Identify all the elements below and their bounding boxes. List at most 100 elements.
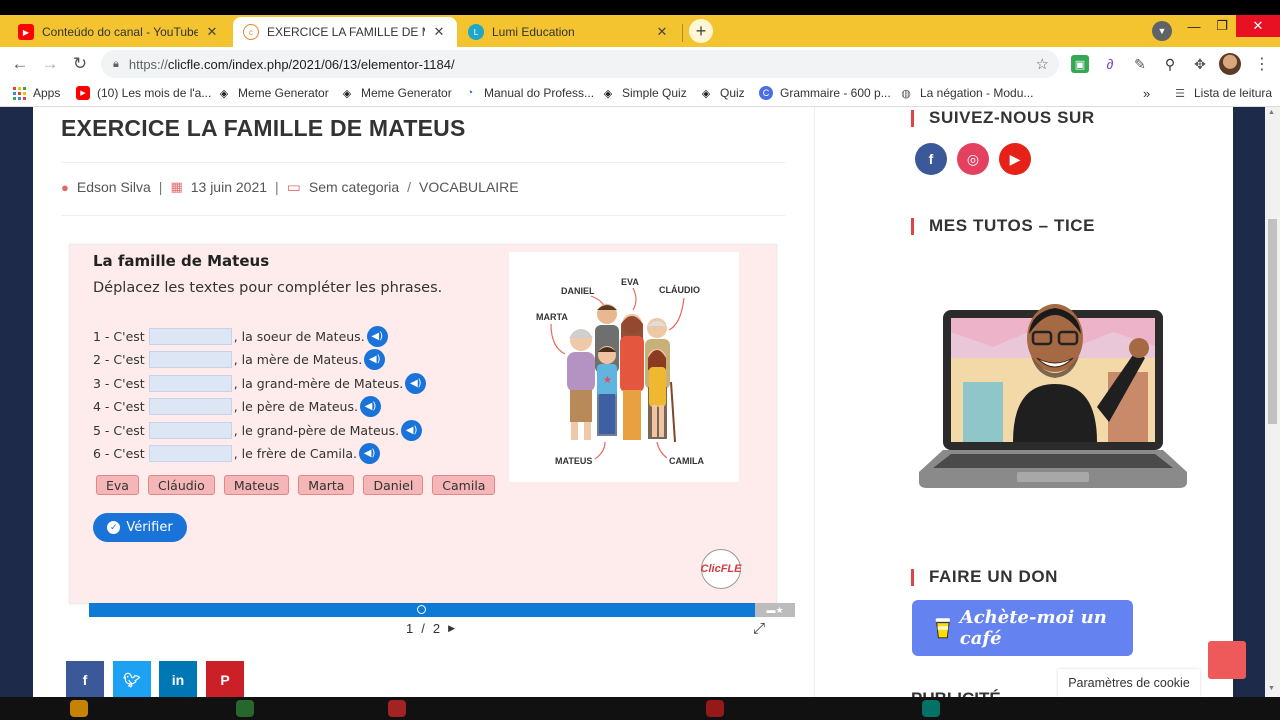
minimize-button[interactable]: — xyxy=(1180,15,1208,37)
speaker-icon[interactable]: ◀) xyxy=(405,372,427,394)
svg-text:★: ★ xyxy=(603,375,612,386)
speaker-icon[interactable]: ◀) xyxy=(359,442,380,464)
close-icon[interactable]: ✕ xyxy=(431,24,447,40)
post-category[interactable]: VOCABULAIRE xyxy=(419,179,519,195)
tab-exercice[interactable]: c EXERCICE LA FAMILLE DE MATEUS ✕ xyxy=(233,17,457,47)
drop-zone[interactable] xyxy=(148,421,232,439)
drag-the-words-exercise: La famille de Mateus Déplacez les textes… xyxy=(69,244,777,604)
speaker-icon[interactable]: ◀) xyxy=(401,419,423,441)
instagram-icon[interactable]: ◎ xyxy=(957,143,989,175)
extension-pen-icon[interactable]: ✎ xyxy=(1131,55,1149,73)
page-scrollbar[interactable]: ▲ ▼ xyxy=(1265,107,1280,697)
profile-avatar[interactable] xyxy=(1219,53,1241,75)
taskbar-app-icon[interactable] xyxy=(922,700,940,717)
draggable-word[interactable]: Mateus xyxy=(223,475,290,495)
draggable-word[interactable]: Marta xyxy=(298,475,355,495)
label-mateus: MATEUS xyxy=(555,456,592,466)
drop-zone[interactable] xyxy=(148,327,232,345)
bookmark-item[interactable]: ▶ (10) Les mois de l'a... xyxy=(76,86,211,100)
bookmark-item[interactable]: ◔ Manual do Profess... xyxy=(463,86,594,100)
extension-link-icon[interactable]: ⚲ xyxy=(1161,55,1179,73)
scroll-up-icon[interactable]: ▲ xyxy=(1268,109,1275,116)
back-arrow-icon[interactable]: ← xyxy=(8,52,32,76)
bitmoji-laptop-illustration[interactable] xyxy=(913,272,1193,517)
draggable-word[interactable]: Daniel xyxy=(363,475,424,495)
buy-me-a-coffee-button[interactable]: Achète-moi un café xyxy=(912,600,1133,656)
slide-progress-bar[interactable] xyxy=(89,603,795,617)
tab-youtube-studio[interactable]: ▶ Conteúdo do canal - YouTube Studio ✕ xyxy=(8,17,230,47)
progress-end-marker: ▬★ xyxy=(755,603,795,617)
address-bar[interactable]: 🔒︎ https:// clicfle.com/index.php/2021/0… xyxy=(101,50,1059,78)
sentence-prefix: 4 - C'est xyxy=(93,398,145,414)
share-linkedin-button[interactable]: in xyxy=(159,661,197,697)
close-icon[interactable]: ✕ xyxy=(654,24,670,40)
maximize-button[interactable]: ❐ xyxy=(1208,15,1236,37)
bookmark-item[interactable]: ◈ Meme Generator xyxy=(217,86,329,100)
share-pinterest-button[interactable]: P xyxy=(206,661,244,697)
os-taskbar xyxy=(0,697,1280,720)
share-twitter-button[interactable]: 🐦︎ xyxy=(113,661,151,697)
bookmark-item[interactable]: ◈ Meme Generator xyxy=(340,86,452,100)
post-author[interactable]: Edson Silva xyxy=(77,179,151,195)
fullscreen-icon[interactable]: ⤢ xyxy=(753,620,765,637)
speaker-icon[interactable]: ◀) xyxy=(359,395,381,417)
next-slide-icon[interactable]: ▶ xyxy=(448,623,455,634)
progress-current-dot[interactable] xyxy=(417,605,426,614)
bookmark-item[interactable]: ◈ Quiz xyxy=(699,86,745,100)
cookie-settings-button[interactable]: Paramètres de cookie xyxy=(1058,669,1200,697)
bookmark-item[interactable]: ◈ Simple Quiz xyxy=(601,86,687,100)
extensions-puzzle-icon[interactable]: ✥ xyxy=(1191,55,1209,73)
taskbar-app-icon[interactable] xyxy=(388,700,406,717)
tab-title: Lumi Education xyxy=(492,25,575,39)
tab-lumi[interactable]: L Lumi Education ✕ xyxy=(458,17,680,47)
new-tab-button[interactable]: + xyxy=(689,19,713,43)
tab-search-icon[interactable]: ▼ xyxy=(1152,21,1172,41)
post-category[interactable]: Sem categoria xyxy=(309,179,399,195)
bookmark-apps[interactable]: Apps xyxy=(12,86,60,100)
page-content: EXERCICE LA FAMILLE DE MATEUS ● Edson Si… xyxy=(33,107,1233,697)
window-close-button[interactable]: ✕ xyxy=(1236,15,1280,37)
sentence-row: 1 - C'est , la soeur de Mateus. ◀) xyxy=(93,325,388,347)
sentence-row: 5 - C'est , le grand-père de Mateus. ◀) xyxy=(93,419,423,441)
draggable-word[interactable]: Camila xyxy=(432,475,496,495)
taskbar-app-icon[interactable] xyxy=(236,700,254,717)
forward-arrow-icon[interactable]: → xyxy=(38,52,62,76)
facebook-icon[interactable]: f xyxy=(915,143,947,175)
taskbar-app-icon[interactable] xyxy=(706,700,724,717)
extension-purple-icon[interactable]: ∂ xyxy=(1101,55,1119,73)
drop-zone[interactable] xyxy=(148,397,232,415)
floating-action-square[interactable] xyxy=(1208,641,1246,679)
speaker-icon[interactable]: ◀) xyxy=(364,348,386,370)
post-date[interactable]: 13 juin 2021 xyxy=(191,179,267,195)
reading-list[interactable]: ☰ Lista de leitura xyxy=(1173,86,1272,100)
check-button[interactable]: ✓ Vérifier xyxy=(93,513,187,542)
reading-list-label: Lista de leitura xyxy=(1194,86,1273,100)
scroll-thumb[interactable] xyxy=(1268,219,1277,424)
menu-dots-icon[interactable]: ⋮ xyxy=(1254,54,1270,74)
youtube-icon[interactable]: ▶ xyxy=(999,143,1031,175)
globe-icon: ◍ xyxy=(901,87,911,100)
drop-zone[interactable] xyxy=(148,374,232,392)
taskbar-app-icon[interactable] xyxy=(70,700,88,717)
extension-green-icon[interactable]: ▣ xyxy=(1071,55,1089,73)
heading-text: FAIRE UN DON xyxy=(929,567,1059,586)
more-bookmarks-chevron-icon[interactable]: » xyxy=(1143,86,1150,101)
bookmark-item[interactable]: ◍ La négation - Modu... xyxy=(899,86,1033,100)
speaker-icon[interactable]: ◀) xyxy=(366,325,388,347)
label-camila: CAMILA xyxy=(669,456,704,466)
draggable-word[interactable]: Eva xyxy=(96,475,139,495)
draggable-word[interactable]: Cláudio xyxy=(147,475,215,495)
heading-text: MES TUTOS – TICE xyxy=(929,216,1096,235)
drop-zone[interactable] xyxy=(148,350,232,368)
sentence-row: 4 - C'est , le père de Mateus. ◀) xyxy=(93,395,381,417)
reload-icon[interactable]: ↻ xyxy=(68,52,92,76)
divider xyxy=(61,162,785,163)
bookmark-star-icon[interactable]: ☆ xyxy=(1036,55,1049,73)
sentence-suffix: , la grand-mère de Mateus. xyxy=(233,375,404,391)
drop-zone[interactable] xyxy=(148,444,232,462)
close-icon[interactable]: ✕ xyxy=(204,24,220,40)
share-facebook-button[interactable]: f xyxy=(66,661,104,697)
scroll-down-icon[interactable]: ▼ xyxy=(1268,685,1275,692)
bookmark-item[interactable]: C Grammaire - 600 p... xyxy=(759,86,891,100)
column-divider xyxy=(814,107,815,697)
